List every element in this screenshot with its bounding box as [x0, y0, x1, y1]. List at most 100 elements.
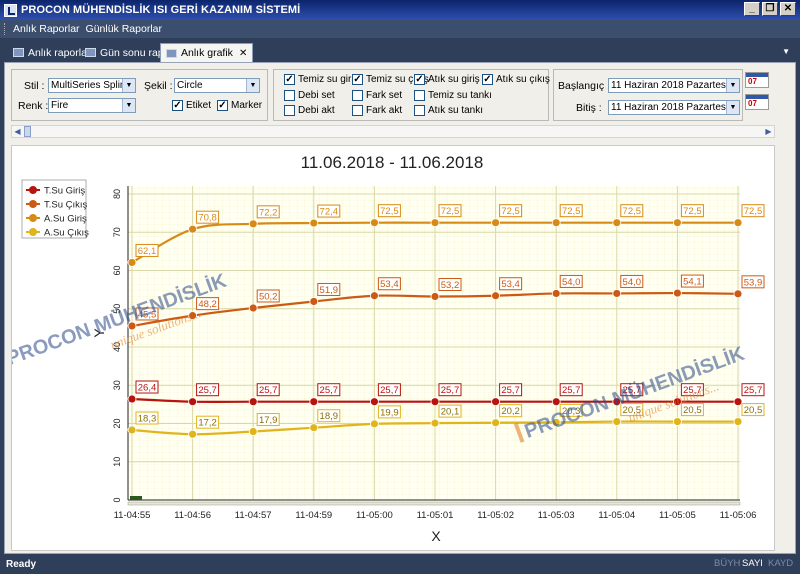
chk-temiz-su-giris[interactable]: ✓ Temiz su giriş	[284, 74, 359, 85]
checkbox-label: Atık su giriş	[428, 74, 480, 85]
renk-select[interactable]: Fire ▼	[48, 98, 136, 113]
data-label: 20,2	[499, 404, 523, 418]
data-point	[491, 291, 501, 301]
check-icon: ✓	[414, 74, 425, 85]
data-label-text: 51,9	[320, 285, 339, 296]
chk-atik-su-giris[interactable]: ✓ Atık su giriş	[414, 74, 480, 85]
data-point	[733, 218, 743, 228]
end-calendar-icon[interactable]: 07	[745, 94, 769, 110]
data-label: 72,5	[680, 204, 704, 218]
data-label-text: 70,8	[198, 213, 217, 224]
data-label-text: 72,5	[562, 206, 581, 217]
scroll-right-icon[interactable]: ▶	[763, 126, 774, 137]
chk-temiz-su-tanki[interactable]: Temiz su tankı	[414, 90, 492, 101]
data-label: 72,5	[741, 204, 765, 218]
data-point	[733, 397, 743, 407]
menu-bar: Anlık Raporlar Günlük Raporlar	[0, 20, 800, 38]
date-range-group: Başlangıç : 11 Haziran 2018 Pazartesi ▼ …	[553, 69, 743, 121]
data-point	[369, 419, 379, 429]
chk-debi-set[interactable]: Debi set	[284, 90, 335, 101]
horizontal-scrollbar[interactable]: ◀ ▶	[11, 125, 775, 138]
data-label-text: 53,4	[501, 279, 520, 290]
tab-anlik-grafik[interactable]: Anlık grafik ✕	[160, 43, 254, 62]
x-tick-label: 11-05:02	[477, 510, 514, 521]
data-point	[430, 418, 440, 428]
etiket-checkbox[interactable]: ✓ Etiket	[172, 100, 211, 111]
legend-swatch-marker	[29, 200, 37, 208]
start-date-picker[interactable]: 11 Haziran 2018 Pazartesi ▼	[608, 78, 740, 93]
data-label-text: 18,3	[138, 414, 157, 425]
check-icon: ✓	[352, 74, 363, 85]
data-label: 53,4	[377, 277, 401, 291]
data-label: 25,7	[438, 383, 462, 396]
renk-label: Renk :	[18, 100, 49, 112]
data-label-text: 17,9	[259, 415, 278, 426]
menu-anlik-raporlar[interactable]: Anlık Raporlar	[13, 23, 80, 35]
status-bar: Ready BÜYH SAYI KAYD	[0, 554, 800, 574]
chk-atik-su-cikis[interactable]: ✓ Atık su çıkış	[482, 74, 550, 85]
data-label: 25,7	[559, 383, 583, 396]
checkbox-box	[352, 90, 363, 101]
data-label-text: 17,2	[198, 418, 217, 429]
data-label-text: 25,7	[380, 385, 399, 396]
data-label-text: 50,2	[259, 291, 278, 302]
restore-button[interactable]: ❐	[762, 2, 778, 16]
data-point	[248, 219, 258, 229]
chk-fark-akt[interactable]: Fark akt	[352, 105, 402, 116]
data-label-text: 53,2	[441, 280, 460, 291]
tab-list-dropdown-icon[interactable]: ▼	[782, 47, 790, 56]
stil-select[interactable]: MultiSeries Spline ▼	[48, 78, 136, 93]
chart-legend: T.Su Giriş T.Su Çıkış A.Su Giriş A.Su Çıkış	[21, 179, 89, 239]
start-date-label: Başlangıç :	[558, 80, 610, 92]
data-label: 25,7	[377, 383, 401, 396]
scroll-left-icon[interactable]: ◀	[12, 126, 23, 137]
marker-checkbox[interactable]: ✓ Marker	[217, 100, 262, 111]
x-tick-label: 11-04:56	[174, 510, 211, 521]
calendar-day: 07	[748, 99, 757, 108]
tab-label: Anlık grafik	[181, 47, 233, 59]
data-label-text: 54,0	[562, 277, 581, 288]
start-date-value: 11 Haziran 2018 Pazartesi	[611, 80, 729, 91]
check-icon: ✓	[482, 74, 493, 85]
close-tab-icon[interactable]: ✕	[239, 48, 247, 59]
data-label-text: 72,5	[380, 206, 399, 217]
chk-fark-set[interactable]: Fark set	[352, 90, 402, 101]
start-calendar-icon[interactable]: 07	[745, 72, 769, 88]
data-label-text: 25,7	[562, 385, 581, 396]
data-point	[612, 417, 622, 426]
data-label: 25,7	[196, 383, 220, 396]
y-tick-label: 70	[112, 227, 122, 237]
sekil-select[interactable]: Circle ▼	[174, 78, 260, 93]
checkbox-box	[284, 105, 295, 116]
data-label-text: 53,9	[744, 277, 763, 288]
style-settings-group: Stil : MultiSeries Spline ▼ Renk : Fire …	[11, 69, 268, 121]
end-date-picker[interactable]: 11 Haziran 2018 Pazartesi ▼	[608, 100, 740, 115]
legend-item-label: T.Su Çıkış	[44, 200, 88, 211]
calendar-day: 07	[748, 77, 757, 86]
data-label: 18,3	[135, 411, 159, 425]
stil-value: MultiSeries Spline	[51, 80, 132, 91]
chk-debi-akt[interactable]: Debi akt	[284, 105, 335, 116]
legend-item-label: A.Su Giriş	[44, 214, 87, 225]
close-button[interactable]: ✕	[780, 2, 796, 16]
legend-swatch-marker	[29, 214, 37, 222]
scroll-thumb[interactable]	[24, 126, 31, 137]
data-point	[248, 303, 258, 313]
data-label-text: 72,4	[320, 207, 339, 218]
etiket-label: Etiket	[186, 100, 212, 111]
data-point	[430, 218, 440, 228]
x-axis-band	[127, 501, 741, 506]
data-point	[248, 397, 258, 407]
data-label-text: 20,5	[683, 405, 702, 416]
data-point	[551, 397, 561, 407]
x-tick-label: 11-04:55	[114, 510, 151, 521]
main-panel: Stil : MultiSeries Spline ▼ Renk : Fire …	[4, 62, 796, 554]
minimize-button[interactable]: _	[744, 2, 760, 16]
menu-gunluk-raporlar[interactable]: Günlük Raporlar	[86, 23, 162, 35]
legend-item-label: A.Su Çıkış	[44, 228, 89, 239]
status-sayi: SAYI	[742, 558, 763, 569]
data-label: 72,5	[559, 204, 583, 218]
data-label-text: 26,4	[138, 383, 157, 394]
chk-atik-su-tanki[interactable]: Atık su tankı	[414, 105, 483, 116]
data-point	[612, 289, 622, 298]
